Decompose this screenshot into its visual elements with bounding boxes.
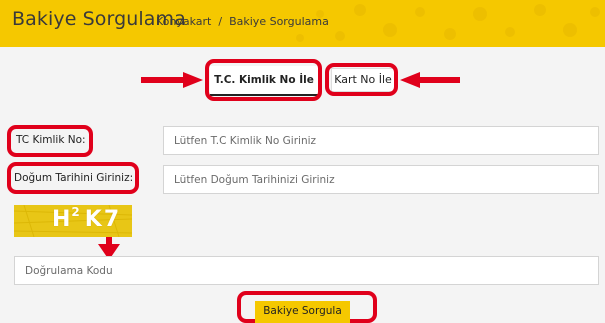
captcha-image: H2 K7: [14, 205, 132, 237]
page-header: Bakiye Sorgulama Konyakart / Bakiye Sorgul…: [0, 0, 605, 47]
breadcrumb-separator: /: [218, 15, 223, 28]
annotation-arrow-right-icon: [141, 72, 203, 88]
breadcrumb-item-konyakart[interactable]: Konyakart: [156, 15, 211, 28]
tc-kimlik-label: TC Kimlik No:: [16, 134, 86, 146]
verification-code-input[interactable]: Doğrulama Kodu: [14, 256, 599, 285]
bakiye-sorgula-button[interactable]: Bakiye Sorgula: [255, 301, 350, 323]
captcha-superscript: 2: [71, 205, 82, 219]
dogum-tarihi-input[interactable]: Lütfen Doğum Tarihinizi Giriniz: [163, 165, 599, 194]
verification-code-placeholder: Doğrulama Kodu: [25, 264, 113, 277]
tc-kimlik-input[interactable]: Lütfen T.C Kimlik No Giriniz: [163, 126, 599, 155]
dogum-tarihi-placeholder: Lütfen Doğum Tarihinizi Giriniz: [174, 173, 335, 186]
captcha-text: H2 K7: [52, 205, 122, 232]
captcha-char-h: H: [52, 207, 73, 232]
breadcrumb: Konyakart / Bakiye Sorgulama: [156, 15, 329, 28]
breadcrumb-item-current: Bakiye Sorgulama: [229, 15, 329, 28]
dogum-tarihi-label: Doğum Tarihini Giriniz:: [14, 172, 134, 184]
annotation-ring-tab2: [325, 63, 398, 96]
captcha-chars-k7: K7: [84, 207, 122, 232]
annotation-ring-tab1: [205, 59, 322, 101]
tc-kimlik-placeholder: Lütfen T.C Kimlik No Giriniz: [174, 134, 317, 147]
annotation-arrow-left-icon: [400, 72, 460, 88]
